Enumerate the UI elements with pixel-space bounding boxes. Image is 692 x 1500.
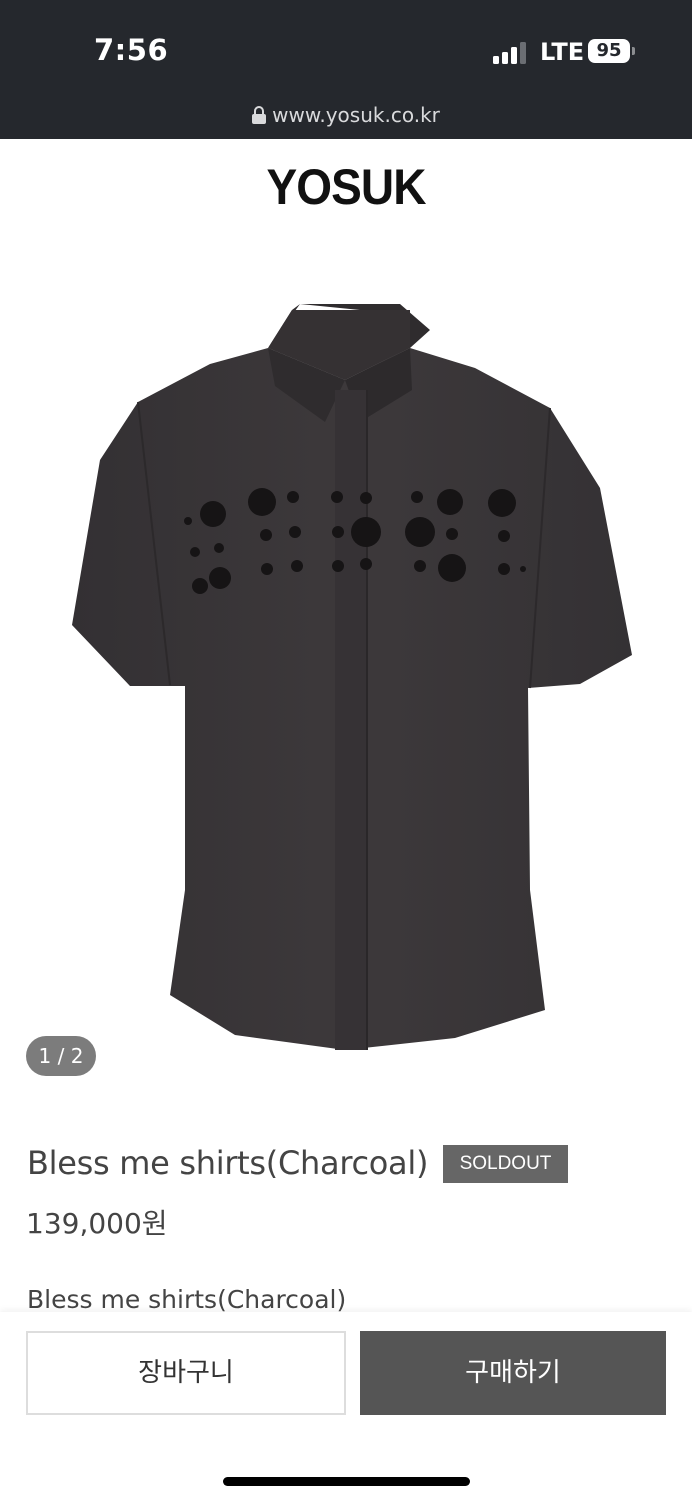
cellular-signal-icon	[493, 42, 526, 64]
product-price: 139,000원	[26, 1207, 168, 1240]
url-text: www.yosuk.co.kr	[272, 103, 440, 127]
browser-top-bar: 7:56 LTE 95 www.yosuk.co.kr	[0, 0, 692, 139]
url-bar[interactable]: www.yosuk.co.kr	[0, 103, 692, 127]
site-logo[interactable]: YOSUK	[28, 158, 665, 216]
lock-icon	[252, 106, 267, 124]
battery-icon: 95	[588, 39, 635, 63]
add-to-cart-button[interactable]: 장바구니	[26, 1331, 346, 1415]
soldout-badge: SOLDOUT	[443, 1145, 568, 1183]
product-image[interactable]	[60, 290, 640, 1060]
image-pager: 1 / 2	[26, 1036, 96, 1076]
status-time: 7:56	[94, 33, 169, 67]
battery-level: 95	[588, 39, 630, 63]
description-title: Bless me shirts(Charcoal)	[27, 1285, 347, 1314]
bottom-action-bar: 장바구니 구매하기	[0, 1312, 692, 1500]
product-title: Bless me shirts(Charcoal)	[27, 1144, 429, 1182]
home-indicator[interactable]	[223, 1477, 470, 1486]
network-type: LTE	[540, 38, 585, 66]
battery-cap	[632, 47, 635, 55]
buy-now-button[interactable]: 구매하기	[360, 1331, 666, 1415]
